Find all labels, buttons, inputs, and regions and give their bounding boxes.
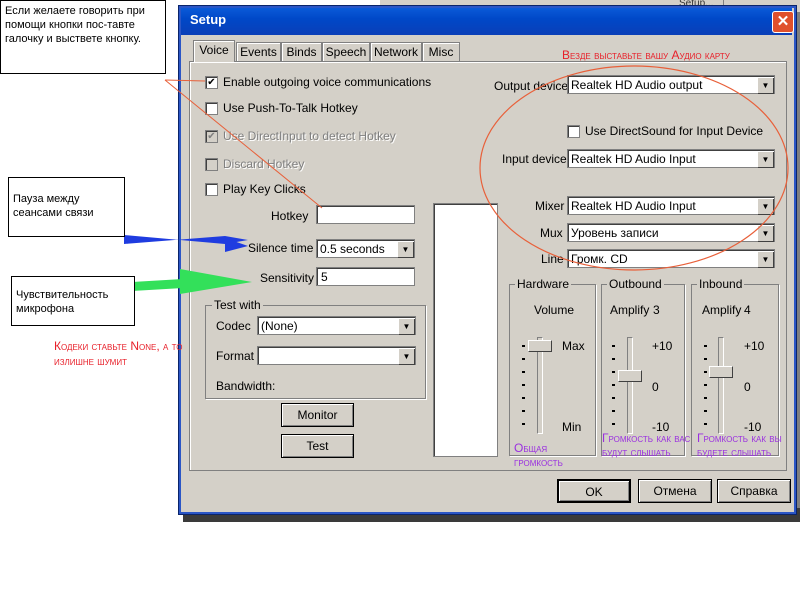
- sensitivity-note: Чувствительность микрофона: [11, 276, 135, 326]
- tab-voice[interactable]: Voice: [193, 40, 235, 62]
- inbound-volume-note: Громкость как вы будете слышать: [697, 431, 782, 459]
- push-to-talk-note: Если желаете говорить при помощи кнопки …: [0, 0, 166, 74]
- audio-card-ellipse: [479, 65, 789, 271]
- pause-note: Пауза между сеансами связи: [8, 177, 125, 237]
- outbound-volume-note: Громкость как вас будут слышать: [602, 431, 691, 459]
- audio-card-note: Везде выставьте вашу Аудио карту: [562, 48, 730, 62]
- green-arrow-head: [180, 269, 252, 294]
- annotation-line: [164, 79, 323, 209]
- codec-note: Кодеки ставьте None, а то излишне шумит: [54, 339, 183, 368]
- annotation-line: [164, 79, 206, 82]
- general-volume-note: Общая громкость: [514, 441, 563, 469]
